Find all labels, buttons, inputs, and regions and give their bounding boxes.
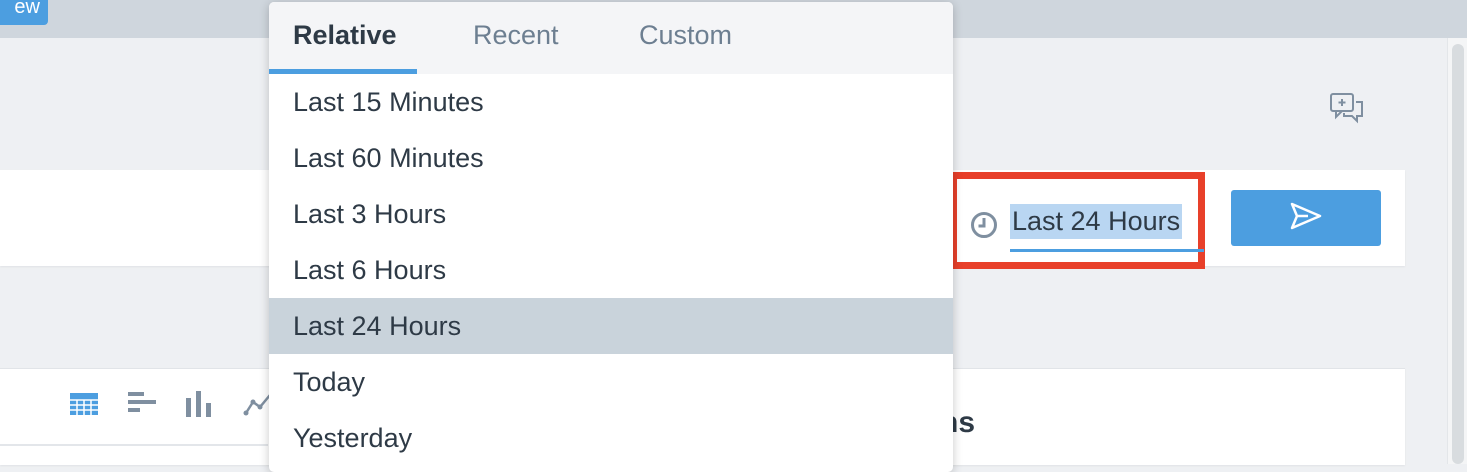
table-icon[interactable] — [69, 388, 99, 418]
scrollbar-thumb[interactable] — [1452, 44, 1464, 464]
add-comment-icon[interactable] — [1329, 92, 1365, 124]
option-last-24-hours[interactable]: Last 24 Hours — [269, 298, 953, 354]
tab-custom[interactable]: Custom — [639, 2, 732, 74]
option-last-15-minutes[interactable]: Last 15 Minutes — [269, 74, 953, 130]
dropdown-tabs: Relative Recent Custom — [269, 2, 953, 74]
vertical-bar-icon[interactable] — [185, 388, 215, 418]
option-last-60-minutes[interactable]: Last 60 Minutes — [269, 130, 953, 186]
tab-recent[interactable]: Recent — [473, 2, 559, 74]
option-last-3-hours[interactable]: Last 3 Hours — [269, 186, 953, 242]
time-range-value[interactable]: Last 24 Hours — [1010, 204, 1183, 239]
time-range-dropdown: Relative Recent Custom Last 15 Minutes L… — [269, 2, 953, 472]
send-icon — [1289, 201, 1323, 236]
horizontal-bar-icon[interactable] — [127, 388, 157, 418]
clock-icon — [970, 211, 998, 239]
option-today[interactable]: Today — [269, 354, 953, 410]
new-button[interactable]: ew — [0, 0, 48, 25]
time-range-picker[interactable]: Last 24 Hours — [950, 172, 1205, 269]
tab-relative[interactable]: Relative — [293, 2, 397, 74]
panel-divider — [0, 444, 268, 446]
time-range-underline — [1010, 249, 1204, 252]
send-button[interactable] — [1231, 190, 1381, 246]
option-yesterday[interactable]: Yesterday — [269, 410, 953, 466]
option-last-6-hours[interactable]: Last 6 Hours — [269, 242, 953, 298]
